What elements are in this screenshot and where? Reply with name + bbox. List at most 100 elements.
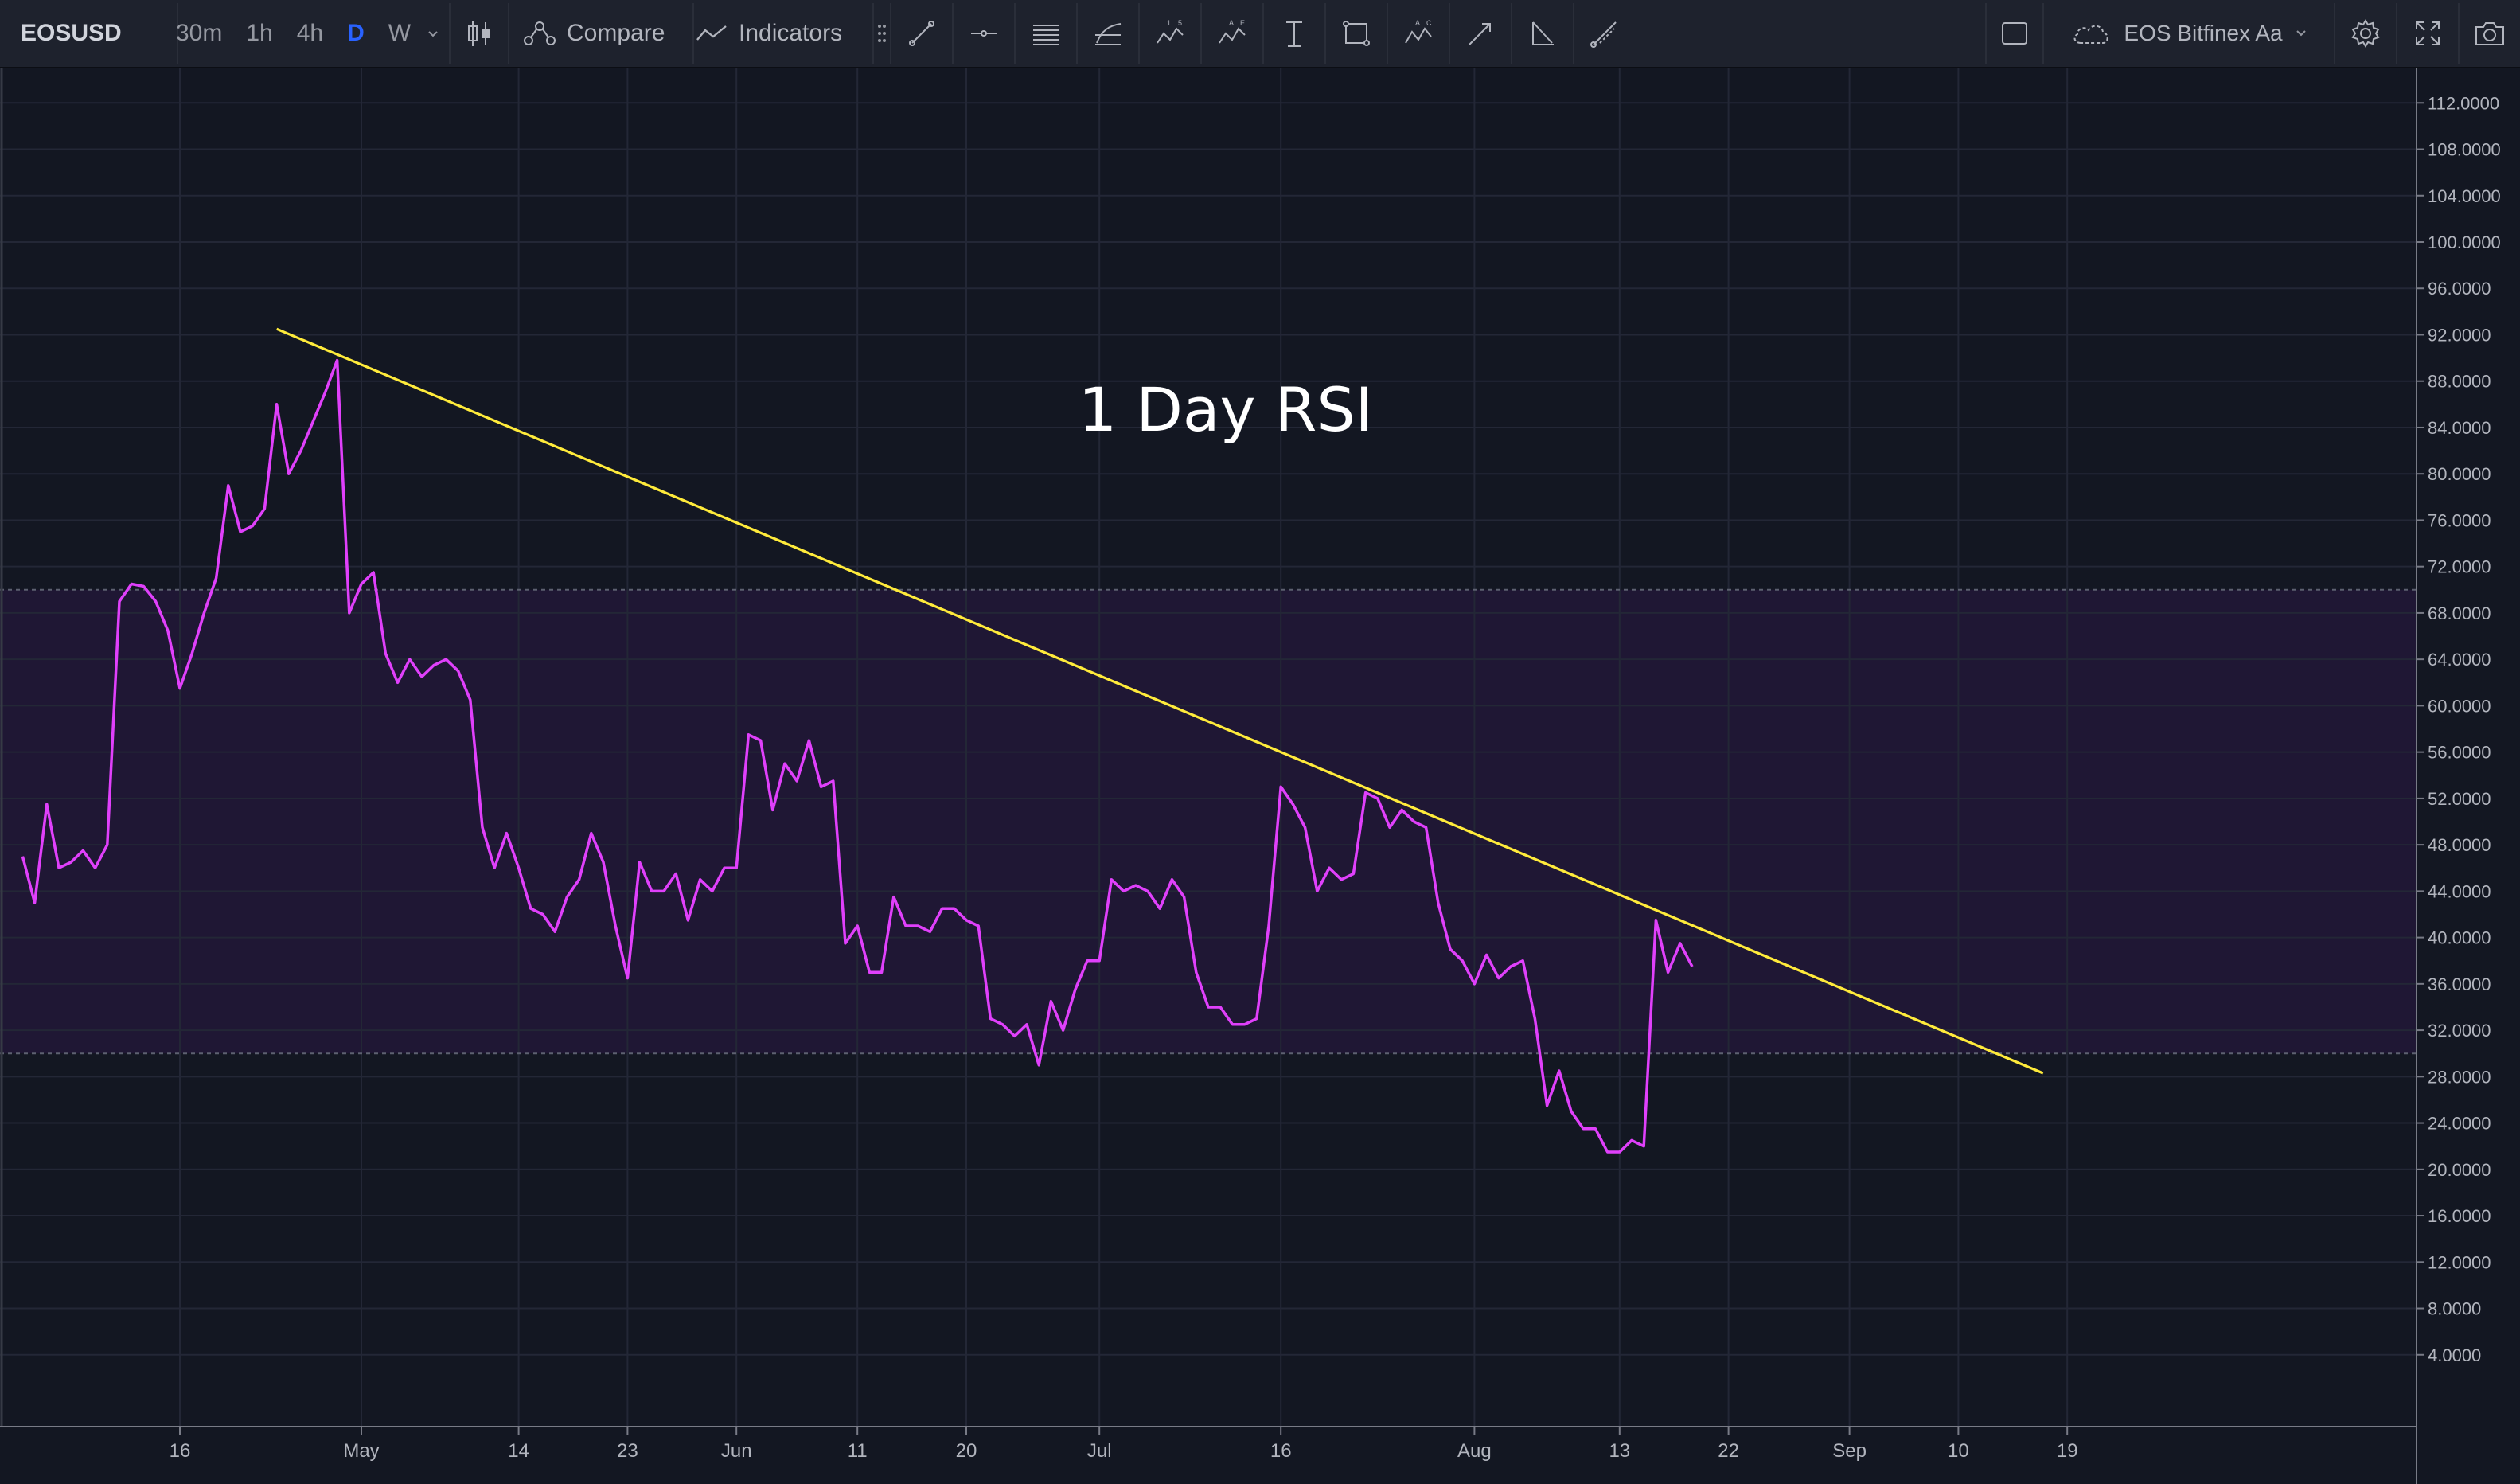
y-tick-label: 104.0000 bbox=[2428, 186, 2501, 206]
y-tick-label: 44.0000 bbox=[2428, 881, 2491, 901]
chart-title: 1 Day RSI bbox=[1078, 374, 1374, 445]
chart-type-button[interactable] bbox=[451, 3, 509, 64]
svg-text:5: 5 bbox=[1178, 19, 1182, 27]
interval-d-button[interactable]: D bbox=[335, 20, 376, 47]
fullscreen-toggle-button[interactable] bbox=[1985, 3, 2042, 64]
y-tick-label: 8.0000 bbox=[2428, 1299, 2481, 1319]
y-tick-label: 48.0000 bbox=[2428, 835, 2491, 855]
x-tick-label: Jun bbox=[721, 1440, 752, 1462]
compare-icon bbox=[524, 21, 556, 45]
y-tick-label: 24.0000 bbox=[2428, 1114, 2491, 1134]
x-tick-label: Sep bbox=[1832, 1440, 1867, 1462]
x-tick-label: 11 bbox=[848, 1440, 868, 1462]
y-tick-label: 88.0000 bbox=[2428, 372, 2491, 392]
text-cursor-icon bbox=[1286, 21, 1302, 47]
y-tick-label: 112.0000 bbox=[2428, 93, 2499, 113]
indicators-label: Indicators bbox=[739, 20, 843, 46]
y-tick-label: 96.0000 bbox=[2428, 279, 2491, 299]
y-tick-label: 20.0000 bbox=[2428, 1160, 2491, 1180]
interval-30m-button[interactable]: 30m bbox=[164, 20, 234, 47]
fib-retracement-icon bbox=[1095, 23, 1122, 45]
fib-retracement-tool-button[interactable] bbox=[1076, 3, 1138, 64]
x-tick-label: 14 bbox=[508, 1440, 529, 1462]
x-tick-label: Jul bbox=[1087, 1440, 1112, 1462]
x-tick-label: 23 bbox=[617, 1440, 638, 1462]
saved-layout-label: EOS Bitfinex Aa bbox=[2124, 21, 2283, 45]
svg-text:A: A bbox=[1415, 19, 1420, 27]
angle-tool-button[interactable] bbox=[1511, 3, 1573, 64]
indicators-icon bbox=[696, 25, 727, 41]
chevron-down-icon[interactable] bbox=[423, 25, 443, 43]
interval-selector: 30m 1h 4h D W bbox=[164, 3, 451, 64]
fullscreen-button[interactable] bbox=[2396, 3, 2458, 64]
x-tick-label: Aug bbox=[1457, 1440, 1492, 1462]
compare-label: Compare bbox=[567, 20, 665, 46]
x-tick-label: 19 bbox=[2057, 1440, 2078, 1462]
pattern-ae-icon: AE bbox=[1219, 19, 1246, 44]
text-cursor-tool-button[interactable] bbox=[1262, 3, 1324, 64]
screenshot-button[interactable] bbox=[2458, 3, 2520, 64]
ruler-icon bbox=[1590, 21, 1617, 48]
pattern-15-icon: 15 bbox=[1157, 19, 1184, 44]
drawing-toolbar: 15AEAC bbox=[874, 3, 1635, 64]
gear-icon bbox=[2351, 19, 2380, 48]
y-tick-label: 64.0000 bbox=[2428, 650, 2491, 670]
angle-icon bbox=[1532, 21, 1554, 45]
y-tick-label: 16.0000 bbox=[2428, 1206, 2491, 1226]
saved-layout-button[interactable]: EOS Bitfinex Aa bbox=[2042, 3, 2334, 64]
y-tick-label: 60.0000 bbox=[2428, 696, 2491, 716]
channel-icon bbox=[1033, 25, 1059, 45]
cloud-icon bbox=[2073, 25, 2109, 44]
svg-text:E: E bbox=[1240, 19, 1245, 27]
rectangle-tool-button[interactable] bbox=[1324, 3, 1387, 64]
y-tick-label: 76.0000 bbox=[2428, 510, 2491, 530]
y-tick-label: 108.0000 bbox=[2428, 140, 2501, 160]
drag-handle-icon[interactable] bbox=[874, 3, 890, 64]
y-tick-label: 36.0000 bbox=[2428, 974, 2491, 994]
y-tick-label: 68.0000 bbox=[2428, 603, 2491, 623]
rectangle-icon bbox=[1343, 21, 1370, 46]
y-tick-label: 52.0000 bbox=[2428, 789, 2491, 809]
y-tick-label: 28.0000 bbox=[2428, 1067, 2491, 1087]
y-tick-label: 84.0000 bbox=[2428, 418, 2491, 438]
horizontal-ray-tool-button[interactable] bbox=[952, 3, 1014, 64]
interval-w-button[interactable]: W bbox=[376, 20, 423, 47]
x-tick-label: 20 bbox=[956, 1440, 977, 1462]
arrow-tool-button[interactable] bbox=[1449, 3, 1511, 64]
indicators-button[interactable]: Indicators bbox=[681, 3, 874, 64]
trend-line-tool-button[interactable] bbox=[890, 3, 952, 64]
ruler-tool-button[interactable] bbox=[1573, 3, 1635, 64]
interval-4h-button[interactable]: 4h bbox=[285, 20, 335, 47]
symbol-label: EOSUSD bbox=[21, 20, 122, 46]
svg-text:C: C bbox=[1426, 19, 1432, 27]
chart-canvas[interactable]: 116.0000112.0000108.0000104.0000100.0000… bbox=[0, 68, 2520, 1484]
x-tick-label: 22 bbox=[1718, 1440, 1739, 1462]
x-tick-label: May bbox=[343, 1440, 379, 1462]
pattern-ae-tool-button[interactable]: AE bbox=[1200, 3, 1262, 64]
pattern-15-tool-button[interactable]: 15 bbox=[1138, 3, 1200, 64]
interval-1h-button[interactable]: 1h bbox=[234, 20, 284, 47]
y-tick-label: 92.0000 bbox=[2428, 325, 2491, 345]
chevron-down-icon[interactable] bbox=[2296, 29, 2307, 37]
x-tick-label: 16 bbox=[1270, 1440, 1292, 1462]
right-toolbar: EOS Bitfinex Aa bbox=[1985, 3, 2520, 64]
y-tick-label: 12.0000 bbox=[2428, 1252, 2491, 1272]
y-tick-label: 72.0000 bbox=[2428, 557, 2491, 577]
candlestick-icon bbox=[468, 21, 490, 46]
symbol-search-button[interactable]: EOSUSD bbox=[6, 3, 178, 64]
channel-tool-button[interactable] bbox=[1014, 3, 1076, 64]
compare-button[interactable]: Compare bbox=[509, 3, 694, 64]
y-tick-label: 56.0000 bbox=[2428, 743, 2491, 763]
rsi-chart[interactable]: 116.0000112.0000108.0000104.0000100.0000… bbox=[0, 68, 2520, 1484]
settings-button[interactable] bbox=[2334, 3, 2396, 64]
top-toolbar: EOSUSD 30m 1h 4h D W Compare Indicators … bbox=[0, 0, 2520, 68]
y-tick-label: 4.0000 bbox=[2428, 1345, 2481, 1365]
y-tick-label: 32.0000 bbox=[2428, 1021, 2491, 1041]
expand-icon bbox=[2416, 21, 2440, 45]
horizontal-ray-icon bbox=[971, 30, 997, 37]
svg-text:1: 1 bbox=[1167, 19, 1171, 27]
square-icon bbox=[2002, 22, 2027, 45]
x-tick-label: 13 bbox=[1609, 1440, 1630, 1462]
camera-icon bbox=[2475, 22, 2504, 45]
pattern-ac-tool-button[interactable]: AC bbox=[1387, 3, 1449, 64]
